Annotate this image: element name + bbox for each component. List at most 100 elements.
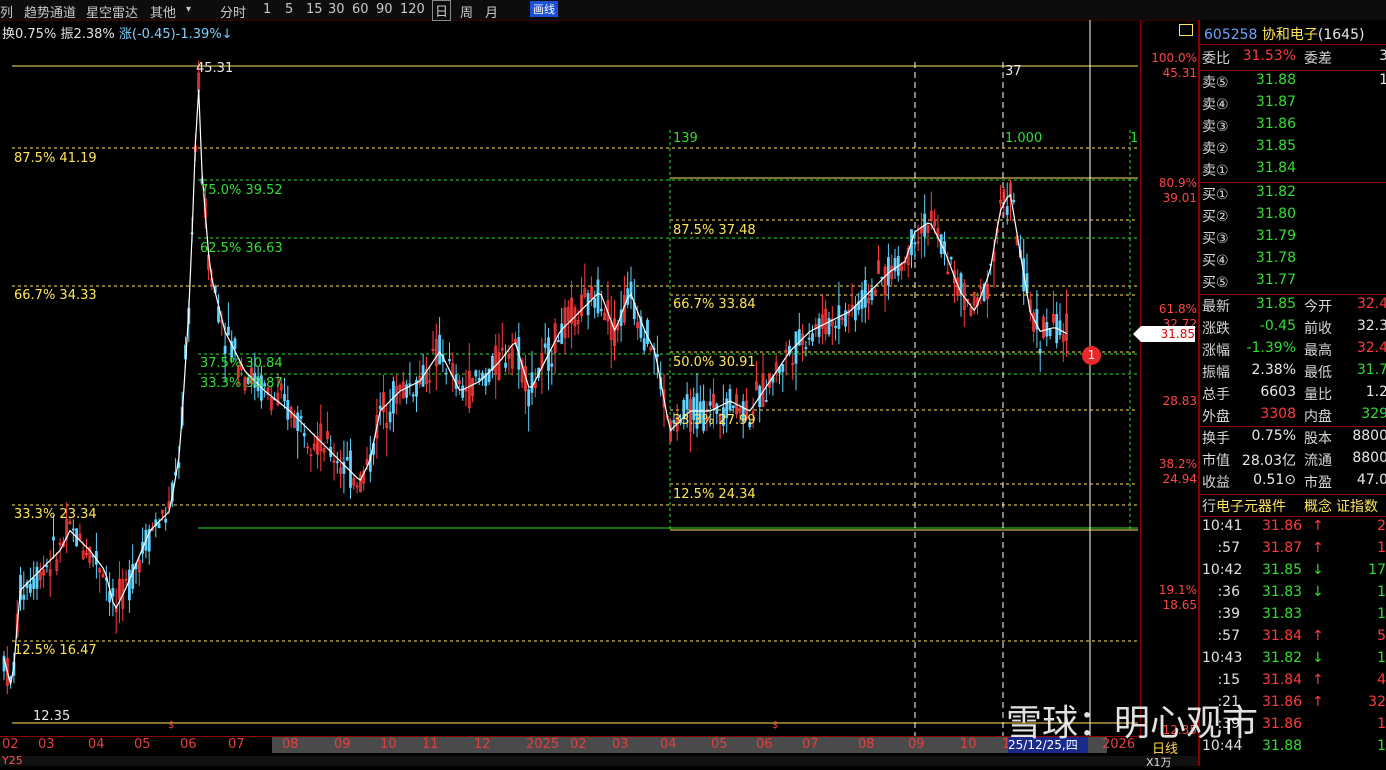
tab-1min[interactable]: 1 (263, 2, 271, 17)
candle-body (35, 566, 39, 589)
tick-row: 10:41 31.86 ↑ 2 (1202, 518, 1386, 534)
candlesticks (2, 60, 1068, 695)
watermark: 雪球：明心观市 (1006, 703, 1259, 744)
candle-body (834, 325, 837, 328)
candle-body (708, 401, 712, 406)
toolbar-item-other[interactable]: 其他 (150, 2, 176, 21)
axis-pct: 19.1% (1158, 583, 1197, 597)
tab-intraday[interactable]: 分时 (220, 2, 246, 21)
date-label: 04 (660, 737, 677, 752)
candle-body (913, 242, 917, 245)
toolbar-item-list[interactable]: 列 (0, 2, 13, 21)
candle-body (405, 384, 409, 398)
candle-body (388, 411, 392, 423)
concept-value[interactable]: 证指数 (1336, 496, 1378, 516)
fib-left-label: 33.3% 23.34 (14, 507, 97, 522)
stock-extra: (1645) (1317, 27, 1365, 43)
tab-60min[interactable]: 60 (352, 2, 369, 17)
candle-body (599, 308, 603, 312)
candle-body (543, 343, 547, 348)
marker-1: 1 (1130, 131, 1138, 146)
candle-body (887, 257, 890, 286)
industry-row: 行 电子元器件 概念 证指数 (1200, 496, 1386, 518)
tab-weekly[interactable]: 周 (460, 2, 473, 21)
tab-30min[interactable]: 30 (328, 2, 345, 17)
candle-body (794, 331, 798, 364)
date-scroll-band[interactable] (272, 737, 1107, 753)
axis-price: 45.31 (1162, 66, 1197, 80)
axis-price: 28.83 (1162, 394, 1197, 408)
fib-right-label: 33.3% 27.99 (673, 413, 756, 428)
candle-body (1038, 348, 1042, 354)
candle-body (807, 337, 811, 340)
tab-90min[interactable]: 90 (376, 2, 393, 17)
bottom-right-label: X1万 (1146, 756, 1172, 769)
candle-body (52, 536, 55, 541)
date-label: 06 (180, 737, 197, 752)
date-label: 07 (802, 737, 819, 752)
date-label: 07 (228, 737, 245, 752)
date-label: 03 (38, 737, 55, 752)
marker-139: 139 (673, 131, 698, 146)
toolbar-item-radar[interactable]: 星空雷达 (86, 2, 138, 21)
candle-body (804, 347, 808, 349)
candle-body (127, 569, 131, 601)
candle-body (448, 359, 451, 362)
candle-body (32, 577, 36, 589)
candle-body (349, 450, 352, 488)
stock-header: 605258 协和电子(1645) (1204, 24, 1364, 44)
candle-body (530, 372, 534, 393)
candle-body (781, 364, 785, 372)
fib-mid-label: 75.0% 39.52 (200, 183, 283, 198)
candle-body (527, 389, 531, 407)
tab-120min[interactable]: 120 (400, 2, 425, 17)
candle-body (949, 256, 953, 260)
candle-body (764, 399, 768, 402)
weibi-label: 委比 (1202, 51, 1230, 67)
date-label: 09 (908, 737, 925, 752)
buy-level: 买② 31.80 (1202, 206, 1296, 225)
quote-row: 涨跌 -0.45 前收 32.3 (1202, 318, 1386, 337)
candle-body (335, 461, 339, 464)
candle-body (477, 377, 481, 381)
tab-monthly[interactable]: 月 (485, 2, 498, 21)
fib-mid-label: 62.5% 36.63 (200, 241, 283, 256)
candle-body (461, 385, 465, 398)
alert-badge[interactable]: 1 (1082, 346, 1101, 365)
fib-right-label: 66.7% 33.84 (673, 297, 756, 312)
date-label: 10 (380, 737, 397, 752)
fib-left-label: 12.5% 16.47 (14, 643, 97, 658)
buy-level: 买④ 31.78 (1202, 250, 1296, 269)
date-label: 10 (960, 737, 977, 752)
axis-pct: 61.8% (1158, 302, 1197, 316)
tick-row: :57 31.84 ↑ 5 (1217, 628, 1386, 644)
candle-body (1048, 329, 1052, 336)
toolbar-item-trend-channel[interactable]: 趋势通道 (24, 2, 76, 21)
candle-body (302, 432, 306, 437)
date-label: 08 (282, 737, 299, 752)
price-axis: 100.0% 45.31 80.9% 39.01 61.8% 32.72 28.… (1140, 20, 1199, 738)
axis-price: 24.94 (1162, 472, 1197, 486)
dividend-marker: $ (772, 720, 778, 731)
quote-row: 总手 6603 量比 1.2 (1202, 384, 1386, 403)
kline-chart[interactable]: 45.31 12.35 37 87.5% 41.19 66.7% 34.33 3… (0, 20, 1140, 738)
candle-body (28, 584, 32, 593)
date-label: 04 (88, 737, 105, 752)
candle-body (557, 339, 560, 343)
candle-body (131, 564, 135, 589)
tab-5min[interactable]: 5 (285, 2, 293, 17)
stat-row: 收益 0.51⊙ 市盈 47.0 (1202, 472, 1386, 491)
tab-daily[interactable]: 日 (432, 0, 452, 21)
stat-row: 换手 0.75% 股本 8800 (1202, 428, 1386, 447)
chevron-down-icon[interactable]: ▾ (186, 4, 191, 15)
axis-price: 18.65 (1162, 598, 1197, 612)
industry-value[interactable]: 电子元器件 (1216, 496, 1286, 516)
candle-body (854, 305, 857, 321)
sell-level: 卖⑤ 31.88 1 (1202, 72, 1386, 91)
dividend-marker: $ (168, 720, 174, 731)
bottom-strip: Y25 X1万 (0, 754, 1386, 769)
draw-line-button[interactable]: 画线 (530, 1, 558, 17)
high-label: 45.31 (196, 61, 233, 76)
right-top-label: 37 (1005, 64, 1022, 79)
tab-15min[interactable]: 15 (306, 2, 323, 17)
